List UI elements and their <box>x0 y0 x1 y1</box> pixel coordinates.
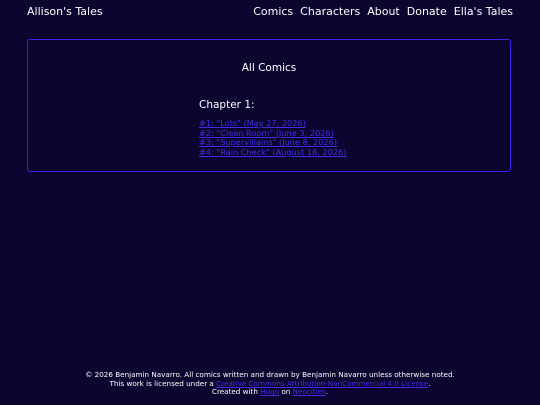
comic-link-3[interactable]: #3: "Supervillains" (June 8, 2026) <box>199 137 337 147</box>
license-suffix: . <box>428 378 431 388</box>
chapter-block: Chapter 1: #1: "Lots" (May 27, 2026) #2:… <box>199 99 399 157</box>
comic-link-2[interactable]: #2: "Clean Room" (June 3, 2026) <box>199 128 334 138</box>
nav-item-about[interactable]: About <box>367 5 400 18</box>
license-prefix: This work is licensed under a <box>109 378 217 388</box>
credits-line: Created with Hugo on Neocities. <box>0 387 540 397</box>
site-title-link[interactable]: Allison's Tales <box>27 5 103 18</box>
hugo-link[interactable]: Hugo <box>260 387 279 396</box>
credits-middle: on <box>279 387 293 397</box>
comics-panel: All Comics Chapter 1: #1: "Lots" (May 27… <box>27 39 511 172</box>
comic-list: #1: "Lots" (May 27, 2026) #2: "Clean Roo… <box>199 118 399 158</box>
nav-item-characters[interactable]: Characters <box>300 5 360 18</box>
comic-link-1[interactable]: #1: "Lots" (May 27, 2026) <box>199 118 306 128</box>
site-header: Allison's Tales Comics Characters About … <box>0 0 540 26</box>
chapter-heading: Chapter 1: <box>199 99 255 111</box>
list-item: #4: "Rain Check" (August 18, 2026) <box>199 147 399 158</box>
credits-suffix: . <box>325 387 329 397</box>
site-footer: © 2026 Benjamin Navarro. All comics writ… <box>0 370 540 397</box>
nav-item-comics[interactable]: Comics <box>253 5 293 18</box>
page-title: All Comics <box>241 62 297 74</box>
comic-link-4[interactable]: #4: "Rain Check" (August 18, 2026) <box>199 147 346 157</box>
nav-item-ellas-tales[interactable]: Ella's Tales <box>454 5 513 18</box>
credits-prefix: Created with <box>211 387 261 397</box>
neocities-link[interactable]: Neocities <box>293 387 326 396</box>
page: Allison's Tales Comics Characters About … <box>0 0 540 405</box>
main-nav: Comics Characters About Donate Ella's Ta… <box>253 5 513 18</box>
nav-item-donate[interactable]: Donate <box>407 5 447 18</box>
